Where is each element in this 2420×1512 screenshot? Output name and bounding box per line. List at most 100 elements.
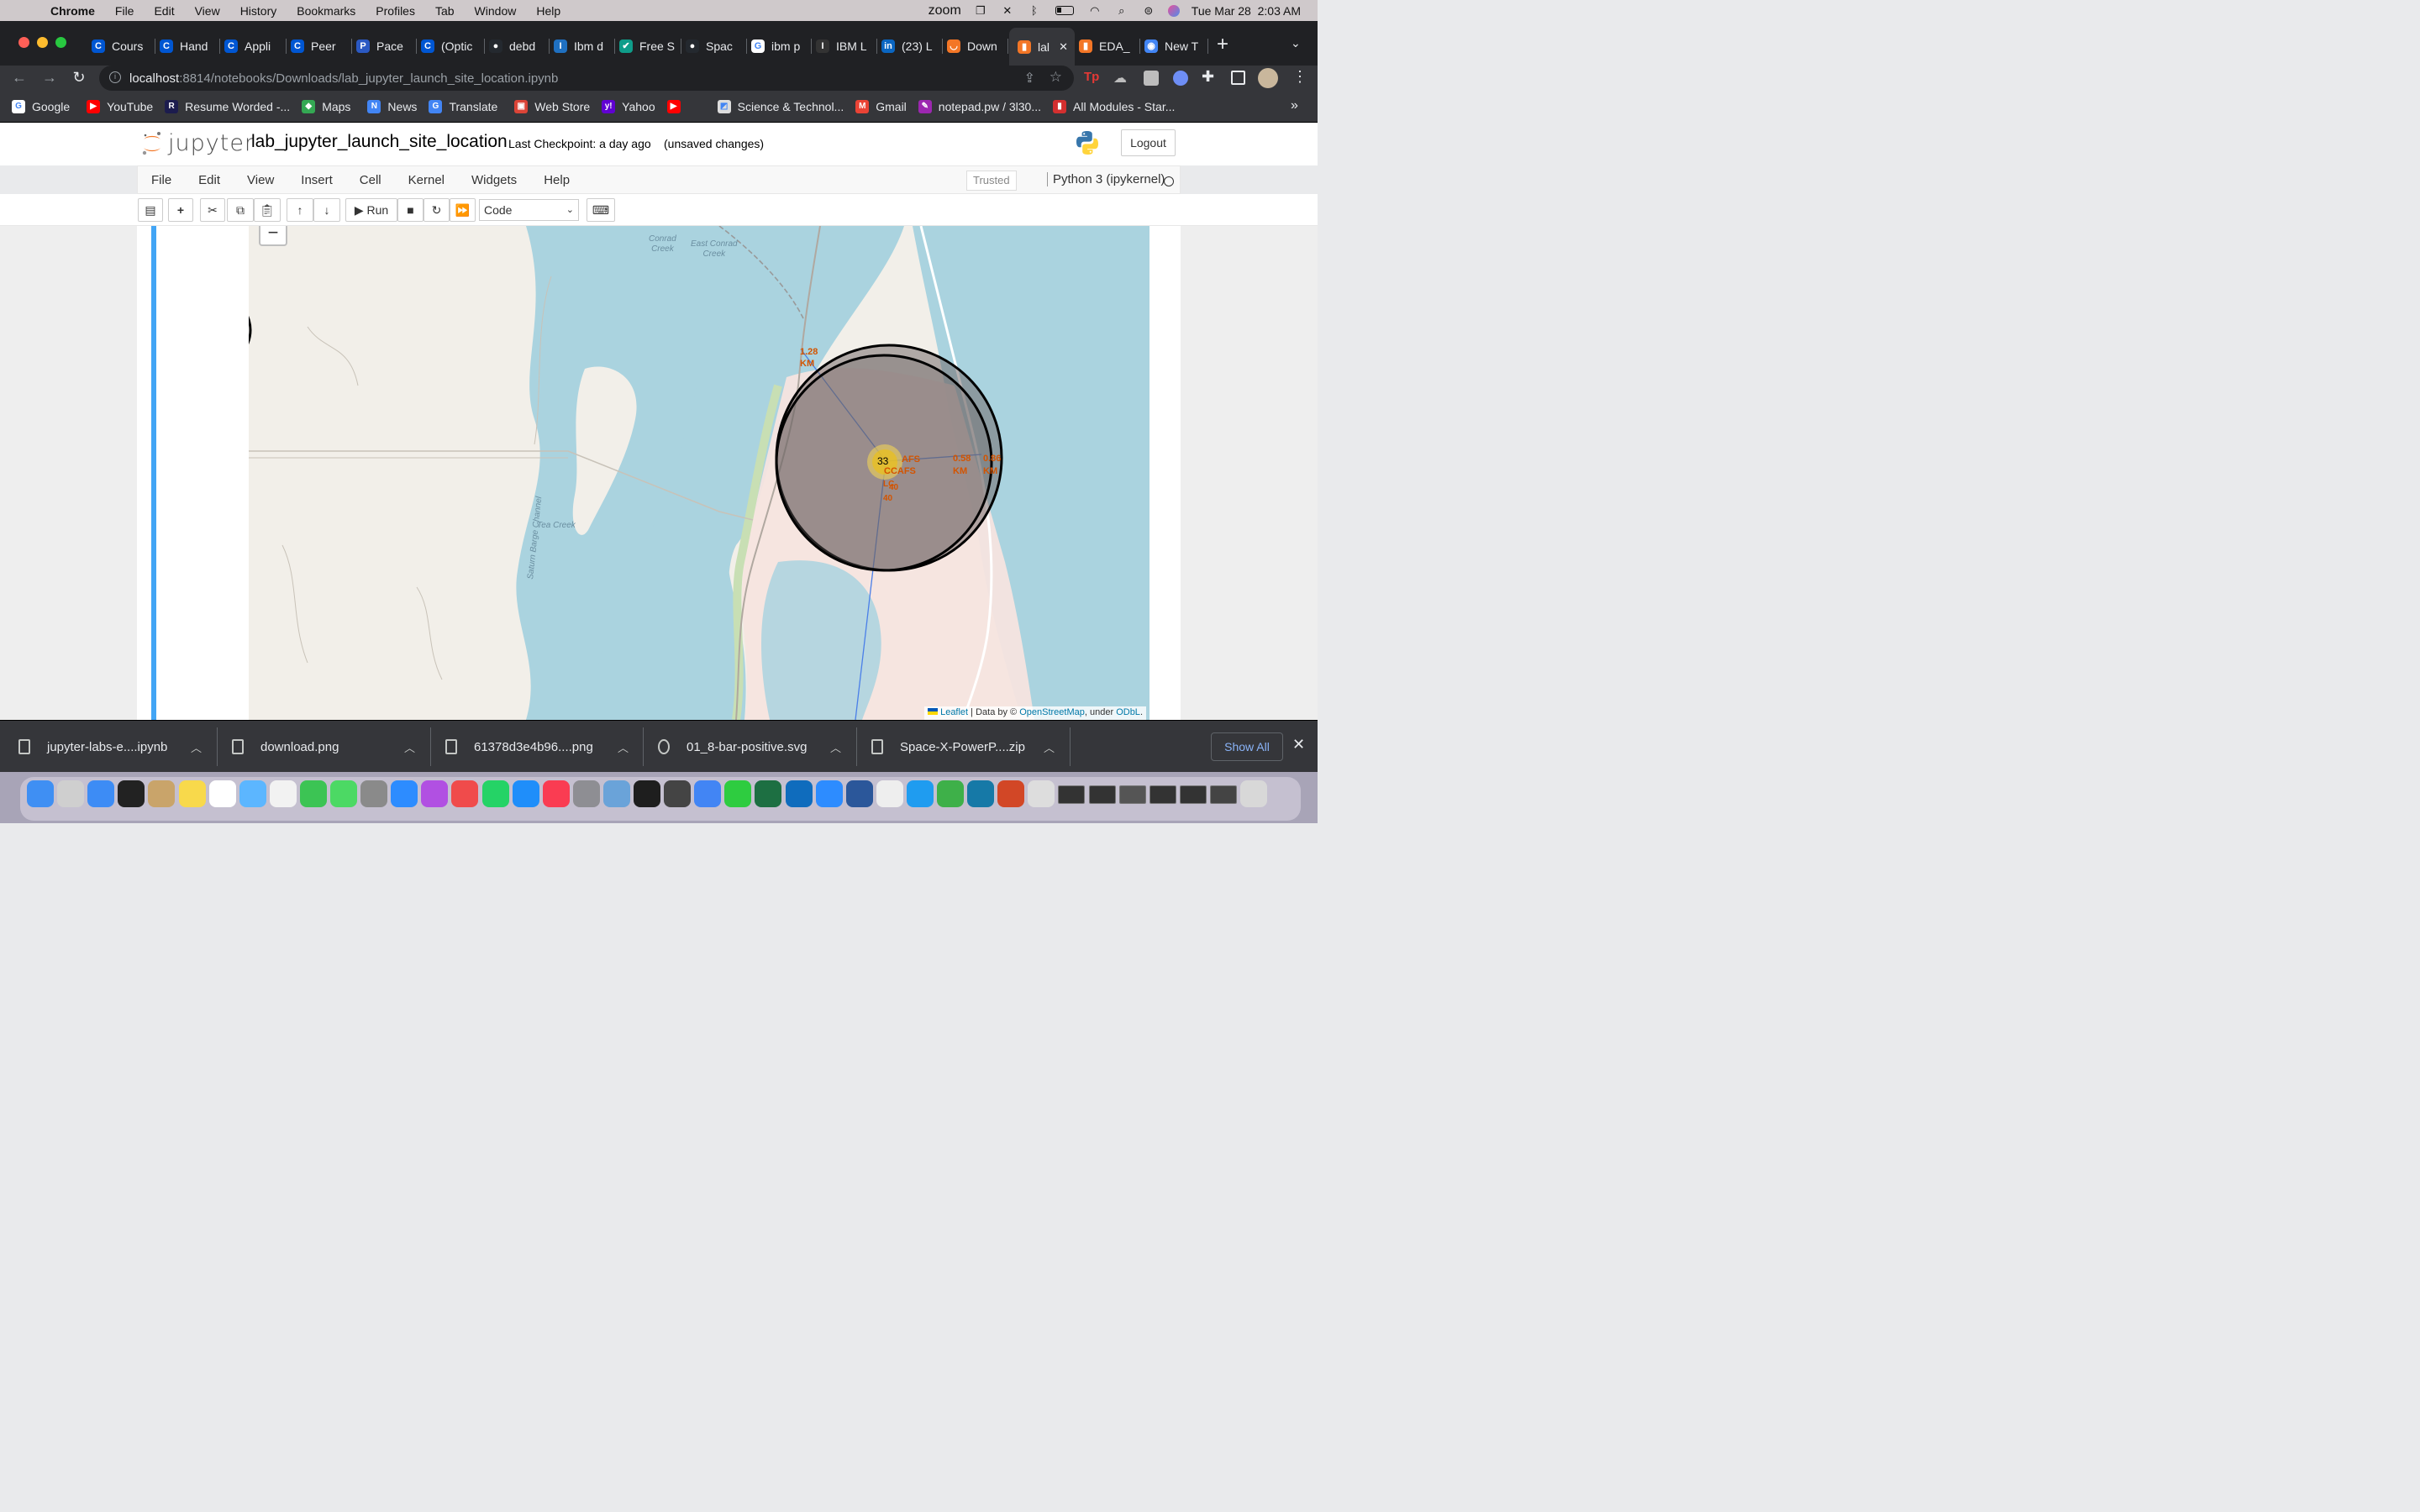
menu-app-name[interactable]: Chrome [40,4,105,18]
bookmark-12[interactable]: ▮ All Modules - Star... [1053,99,1175,113]
chrome-menu-icon[interactable]: ⋮ [1292,68,1307,86]
volume-muted-icon[interactable]: ✕ [1000,4,1015,17]
address-bar[interactable]: i localhost:8814/notebooks/Downloads/lab… [99,66,1074,91]
bookmark-10[interactable]: M Gmail [855,99,907,113]
notebook-title[interactable]: lab_jupyter_launch_site_location [251,132,508,152]
documents-icon[interactable] [1028,780,1055,807]
kernel-name[interactable]: Python 3 (ipykernel) [1047,172,1165,186]
settings-icon[interactable] [572,780,600,807]
notes-icon[interactable] [178,780,206,807]
whatsapp-icon[interactable] [481,780,509,807]
menu-history[interactable]: History [230,4,287,18]
chevron-up-icon[interactable]: ︿ [1044,739,1055,755]
menu-edit[interactable]: Edit [144,4,184,18]
extension-cloud-icon[interactable]: ☁ [1113,70,1127,87]
tab-12[interactable]: in (23) L [878,34,943,59]
wireshark-icon[interactable] [967,780,995,807]
nb-menu-widgets[interactable]: Widgets [458,173,530,187]
tab-3[interactable]: C Peer [287,34,352,59]
chevron-up-icon[interactable]: ︿ [618,739,629,755]
zoom-app-icon[interactable] [815,780,843,807]
marker-cluster-count[interactable]: 33 [877,455,888,467]
bookmark-2[interactable]: R Resume Worded -... [165,99,290,113]
tab-2[interactable]: C Appli [221,34,287,59]
tab-8[interactable]: ✔ Free S [616,34,681,59]
trusted-indicator[interactable]: Trusted [966,171,1017,191]
tab-search-icon[interactable]: ⌄ [1291,36,1301,50]
osm-link[interactable]: OpenStreetMap [1019,707,1085,717]
tab-9[interactable]: ● Spac [682,34,747,59]
zoom-status-item[interactable]: zoom [929,3,961,18]
extensions-puzzle-icon[interactable]: ✚ [1202,68,1214,86]
show-all-downloads-button[interactable]: Show All [1211,732,1283,761]
download-item[interactable]: jupyter-labs-e....ipynb ︿ [18,721,217,773]
menu-tab[interactable]: Tab [425,4,465,18]
extension-tp-icon[interactable]: Tp [1084,70,1099,84]
menu-view[interactable]: View [185,4,230,18]
safari-icon[interactable] [391,780,418,807]
podcasts-icon[interactable] [421,780,449,807]
close-tab-icon[interactable]: ✕ [1059,40,1068,54]
nb-menu-help[interactable]: Help [530,173,583,187]
window-thumb-icon[interactable] [1118,785,1146,804]
move-up-icon[interactable]: ↑ [287,198,313,222]
screen-mirroring-icon[interactable]: ❐ [973,4,988,17]
share-icon[interactable]: ⇪ [1024,70,1035,87]
nb-menu-edit[interactable]: Edit [185,173,234,187]
music-icon[interactable] [542,780,570,807]
odbl-link[interactable]: ODbL [1116,707,1140,717]
menu-help[interactable]: Help [526,4,571,18]
tab-14[interactable]: ▮ lal ✕ [1009,28,1075,66]
nb-menu-view[interactable]: View [234,173,287,187]
back-button[interactable]: ← [10,69,29,87]
download-item[interactable]: 01_8-bar-positive.svg ︿ [658,721,856,773]
reload-button[interactable]: ↻ [70,69,88,87]
copy-icon[interactable]: ⧉ [227,198,254,222]
bluetooth-icon[interactable]: ᛒ [1027,4,1042,17]
menu-window[interactable]: Window [465,4,527,18]
battery-icon[interactable] [1054,5,1076,17]
bookmark-star-icon[interactable]: ☆ [1050,69,1062,86]
tab-10[interactable]: Gibm p [748,34,812,59]
maps-app-icon[interactable] [239,780,266,807]
download-item[interactable]: download.png ︿ [232,721,430,773]
paste-icon[interactable]: 📋︎ [254,198,281,222]
minimize-window-button[interactable] [37,37,48,48]
word-icon[interactable] [845,780,873,807]
more-bookmarks-icon[interactable]: » [1291,98,1298,113]
mail-icon[interactable] [87,780,115,807]
bookmark-11[interactable]: ✎ notepad.pw / 3l30... [918,99,1041,113]
textedit-icon[interactable] [876,780,903,807]
bookmark-0[interactable]: G Google [12,99,70,113]
chevron-up-icon[interactable]: ︿ [404,739,415,755]
chevron-up-icon[interactable]: ︿ [830,739,841,755]
close-downloads-icon[interactable]: ✕ [1292,736,1305,753]
zoom-window-button[interactable] [55,37,66,48]
cut-icon[interactable]: ✂ [200,198,225,222]
photos-icon[interactable] [269,780,297,807]
tab-4[interactable]: P Pace [353,34,417,59]
close-window-button[interactable] [18,37,29,48]
window-thumb-icon[interactable] [1058,785,1086,804]
menu-bookmarks[interactable]: Bookmarks [287,4,366,18]
restart-run-all-icon[interactable]: ⏩ [450,198,476,222]
chevron-up-icon[interactable]: ︿ [191,739,202,755]
spotlight-icon[interactable] [360,780,388,807]
chrome-app-icon[interactable] [694,780,722,807]
mission-control-icon[interactable] [118,780,145,807]
nb-menu-cell[interactable]: Cell [346,173,395,187]
restart-icon[interactable]: ↻ [424,198,450,222]
bookmark-5[interactable]: G Translate [429,99,497,113]
leaflet-link[interactable]: Leaflet [940,707,968,717]
tab-11[interactable]: I IBM L [813,34,877,59]
vscode-icon[interactable] [906,780,934,807]
news-app-icon[interactable] [451,780,479,807]
tab-16[interactable]: ◉ New T [1141,34,1208,59]
trash-icon[interactable] [1240,780,1267,807]
bookmark-9[interactable]: ◩ Science & Technol... [717,99,844,113]
app-store-icon[interactable] [512,780,539,807]
preview-icon[interactable] [602,780,630,807]
bookmark-3[interactable]: ◆ Maps [302,99,350,113]
anaconda-icon[interactable] [937,780,964,807]
calculator-icon[interactable] [664,780,692,807]
